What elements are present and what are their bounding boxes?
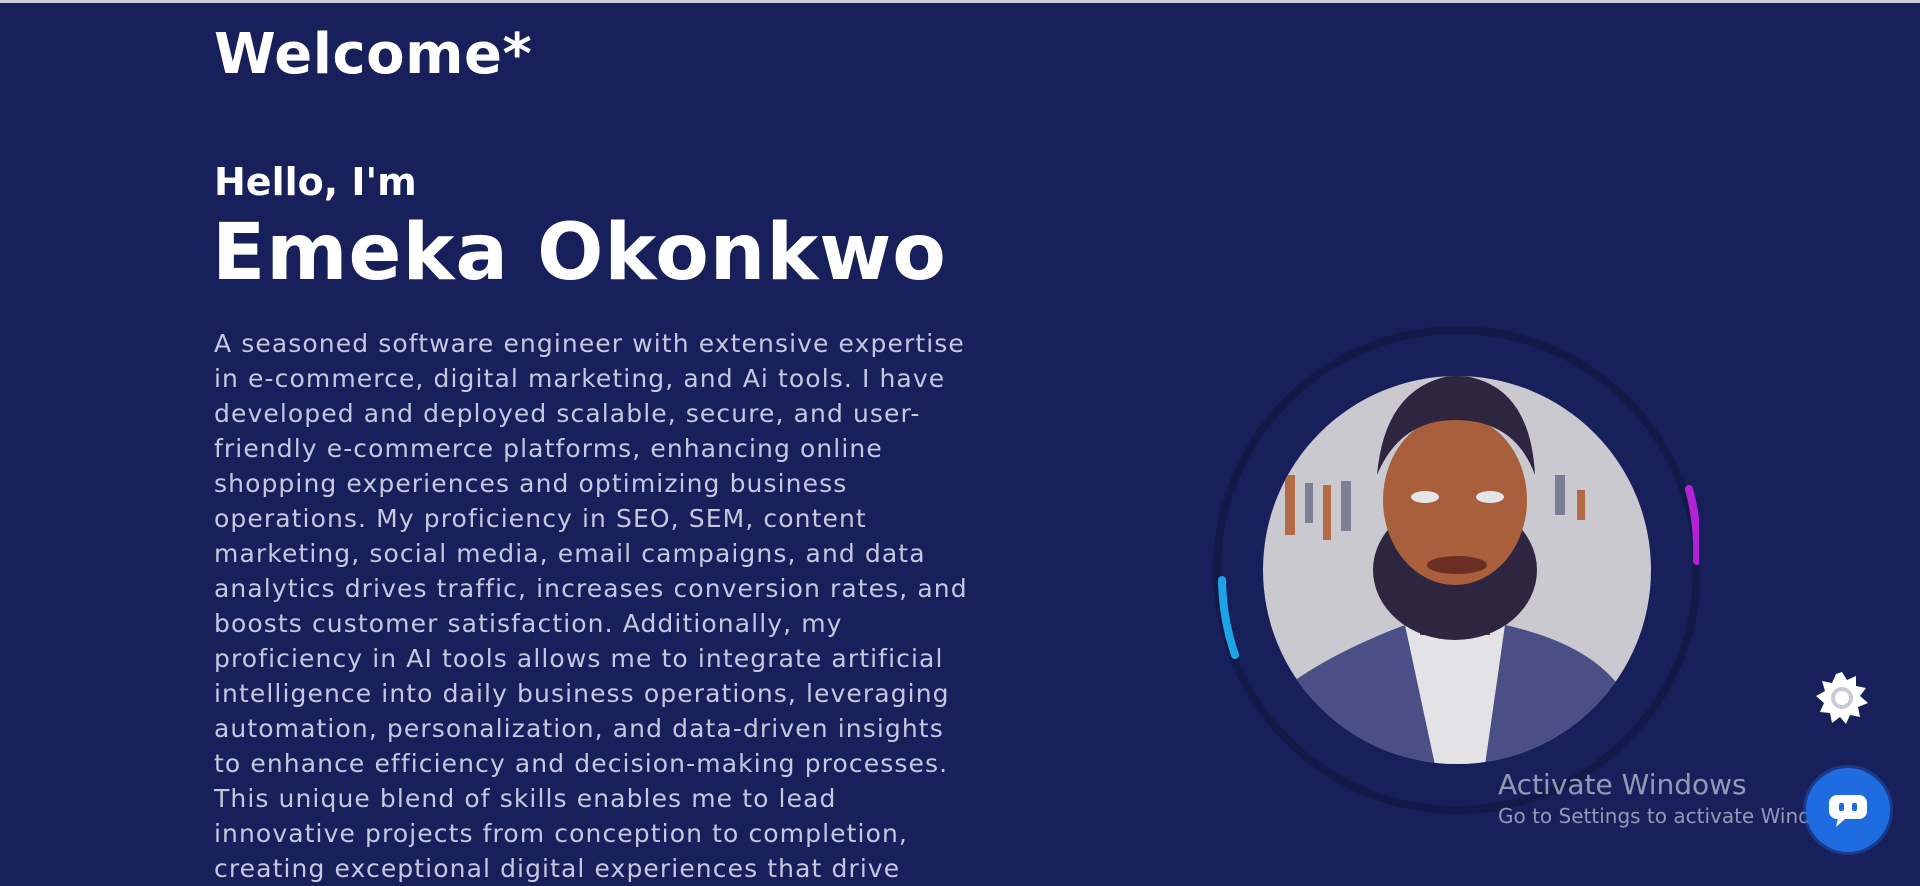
watermark-subtitle: Go to Settings to activate Windows. <box>1498 804 1857 828</box>
profile-photo-frame <box>1205 325 1699 819</box>
welcome-heading: Welcome* <box>214 22 533 87</box>
ring-accent-blue <box>1218 576 1239 659</box>
person-name: Emeka Okonkwo <box>212 208 947 298</box>
profile-photo <box>1213 326 1699 814</box>
chat-button[interactable] <box>1806 768 1890 852</box>
chat-bubble-icon <box>1829 795 1867 827</box>
page: Welcome* Hello, I'm Emeka Okonkwo A seas… <box>0 0 1920 883</box>
watermark-title: Activate Windows <box>1498 768 1747 801</box>
top-border <box>0 0 1920 3</box>
greeting-text: Hello, I'm <box>214 160 417 204</box>
windows-activation-watermark: Activate Windows Go to Settings to activ… <box>1498 768 1856 830</box>
bio-paragraph: A seasoned software engineer with extens… <box>214 329 968 883</box>
gear-icon <box>1816 672 1868 724</box>
settings-button[interactable] <box>1814 670 1870 726</box>
